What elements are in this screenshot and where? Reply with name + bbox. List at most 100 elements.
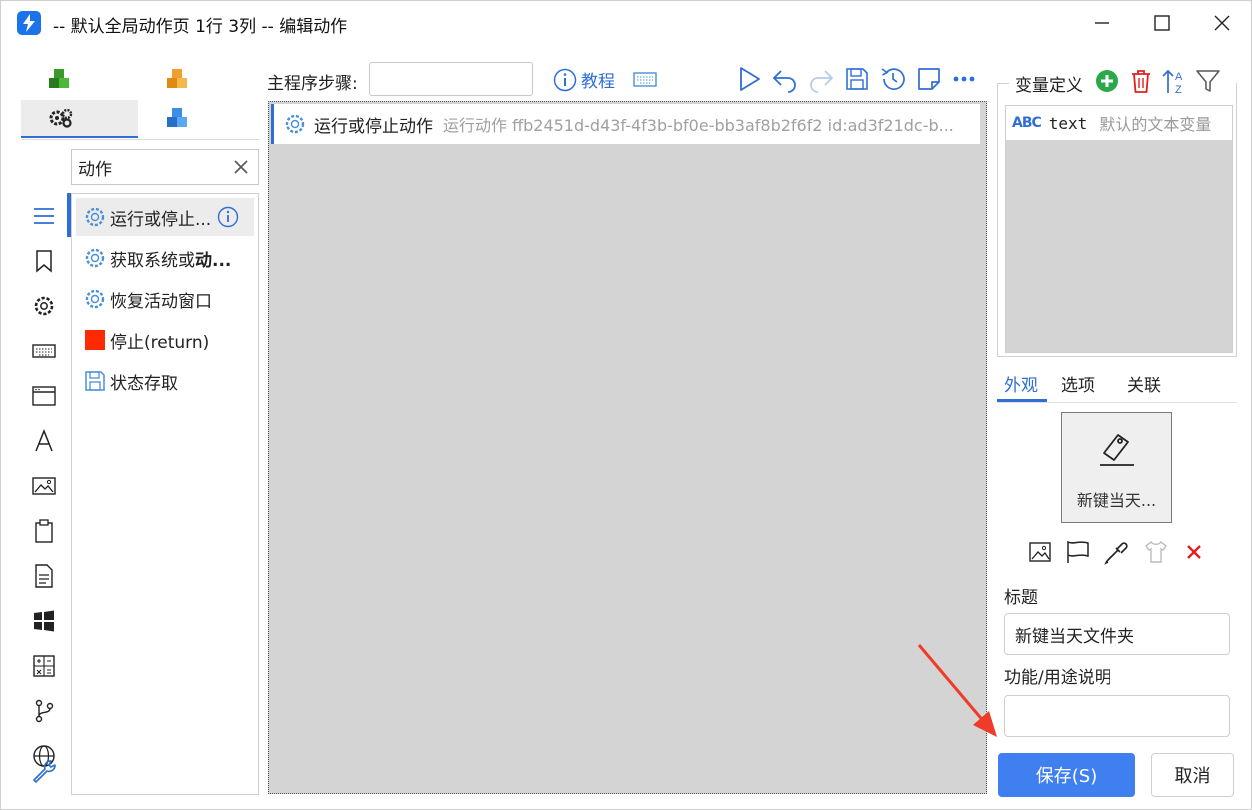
eyedropper-icon [1104, 542, 1128, 565]
flag-icon [1067, 540, 1089, 563]
action-label: 状态存取 [110, 373, 178, 394]
action-item-restore-window[interactable]: 恢复活动窗口 [76, 280, 254, 318]
svg-text:Z: Z [1175, 84, 1182, 95]
window-icon[interactable] [31, 383, 57, 409]
maximize-button[interactable] [1139, 7, 1183, 39]
branch-icon[interactable] [31, 698, 57, 724]
wrench-icon[interactable] [31, 758, 57, 784]
flag-button[interactable] [1065, 539, 1091, 565]
minimize-icon [1095, 22, 1109, 24]
image-button[interactable] [1027, 539, 1053, 565]
step-input[interactable] [369, 62, 533, 96]
variables-list: ABC text 默认的文本变量 [1005, 105, 1233, 353]
cancel-button[interactable]: 取消 [1151, 753, 1234, 797]
blue-cubes-icon [167, 108, 187, 127]
close-icon [234, 160, 248, 174]
category-blue[interactable] [117, 100, 237, 138]
variable-desc: 默认的文本变量 [1099, 115, 1212, 134]
windows-icon[interactable] [31, 608, 57, 634]
calculator-icon[interactable] [31, 653, 57, 679]
tab-options[interactable]: 选项 [1061, 371, 1095, 396]
title-label: 标题 [1004, 588, 1038, 608]
add-icon [1096, 70, 1118, 92]
keyboard-icon[interactable] [31, 338, 57, 364]
save-button[interactable]: 保存(S) [998, 753, 1135, 797]
redo-button[interactable] [807, 65, 835, 93]
action-search-input[interactable] [78, 155, 228, 179]
action-item-stop-return[interactable]: 停止(return) [76, 321, 254, 359]
clear-style-button[interactable] [1181, 539, 1207, 565]
pin-tag-icon [1100, 434, 1134, 466]
stop-square-icon [85, 330, 105, 350]
description-input[interactable] [1015, 704, 1215, 728]
document-icon[interactable] [31, 563, 57, 589]
minimize-button[interactable] [1079, 7, 1123, 39]
variable-row[interactable]: ABC text 默认的文本变量 [1006, 106, 1232, 140]
maximize-icon [1154, 15, 1170, 31]
step-row[interactable]: 运行或停止动作 运行动作 ffb2451d-d43f-4f3b-bf0e-bb3… [271, 104, 980, 144]
action-item-run-stop[interactable]: 运行或停止... [76, 198, 254, 236]
save-icon [846, 68, 868, 90]
variable-name: text [1048, 113, 1088, 133]
undo-button[interactable] [771, 65, 799, 93]
action-search[interactable] [71, 149, 259, 185]
button-preview[interactable]: 新键当天... [1061, 412, 1172, 523]
delete-variable-button[interactable] [1129, 68, 1153, 94]
title-bar: -- 默认全局动作页 1行 3列 -- 编辑动作 [1, 1, 1251, 45]
svg-text:A: A [1175, 71, 1183, 83]
clipboard-icon[interactable] [31, 518, 57, 544]
step-canvas[interactable]: 运行或停止动作 运行动作 ffb2451d-d43f-4f3b-bf0e-bb3… [268, 101, 987, 794]
gear-icon [85, 248, 105, 268]
style-button[interactable] [1143, 539, 1169, 565]
trash-icon [1132, 70, 1150, 93]
gear-icon [85, 207, 105, 227]
action-list: 运行或停止... 获取系统或动... 恢复活动窗口 停止(return) 状态存… [71, 193, 259, 795]
font-icon[interactable] [31, 428, 57, 454]
shirt-icon [1145, 540, 1167, 563]
run-button[interactable] [735, 65, 763, 93]
note-button[interactable] [915, 65, 943, 93]
color-picker-button[interactable] [1103, 539, 1129, 565]
category-green[interactable] [1, 61, 121, 99]
info-icon[interactable] [217, 206, 239, 228]
variables-label: 变量定义 [1015, 76, 1083, 96]
history-icon [881, 68, 905, 90]
panel-border [997, 83, 1009, 84]
info-icon [553, 68, 577, 91]
image-icon[interactable] [31, 473, 57, 499]
filter-button[interactable] [1195, 68, 1221, 94]
tutorial-link[interactable]: 教程 [553, 67, 615, 92]
more-button[interactable] [951, 65, 979, 93]
keyboard-shortcut-button[interactable] [631, 65, 659, 93]
step-name: 运行或停止动作 [314, 116, 433, 137]
list-icon[interactable] [31, 203, 57, 229]
action-label: 运行或停止... [110, 209, 212, 230]
action-label: 恢复活动窗口 [110, 291, 212, 312]
category-orange[interactable] [117, 61, 237, 99]
title-field[interactable] [1004, 613, 1230, 655]
gear-icon[interactable] [31, 293, 57, 319]
sort-button[interactable]: AZ [1161, 67, 1189, 95]
step-label: 主程序步骤: [267, 74, 358, 94]
tab-appearance[interactable]: 外观 [1004, 371, 1038, 396]
keyboard-icon [633, 72, 657, 87]
save-toolbar-button[interactable] [843, 65, 871, 93]
tab-relations[interactable]: 关联 [1127, 371, 1161, 396]
redo-icon [810, 70, 834, 93]
history-button[interactable] [879, 65, 907, 93]
property-tabs: 外观 选项 关联 [997, 367, 1237, 403]
tutorial-label: 教程 [581, 72, 615, 92]
more-icon [953, 76, 975, 82]
lightning-app-icon [17, 11, 41, 35]
action-item-state-save[interactable]: 状态存取 [76, 362, 254, 400]
add-variable-button[interactable] [1095, 69, 1119, 93]
close-window-button[interactable] [1199, 7, 1243, 39]
close-icon [1214, 15, 1230, 31]
clear-search-button[interactable] [232, 158, 250, 176]
action-item-get-system[interactable]: 获取系统或动... [76, 239, 254, 277]
action-selected-indicator [67, 193, 71, 237]
undo-icon [772, 70, 796, 93]
bookmark-icon[interactable] [31, 248, 57, 274]
description-field[interactable] [1004, 695, 1230, 737]
title-input[interactable] [1015, 622, 1215, 646]
